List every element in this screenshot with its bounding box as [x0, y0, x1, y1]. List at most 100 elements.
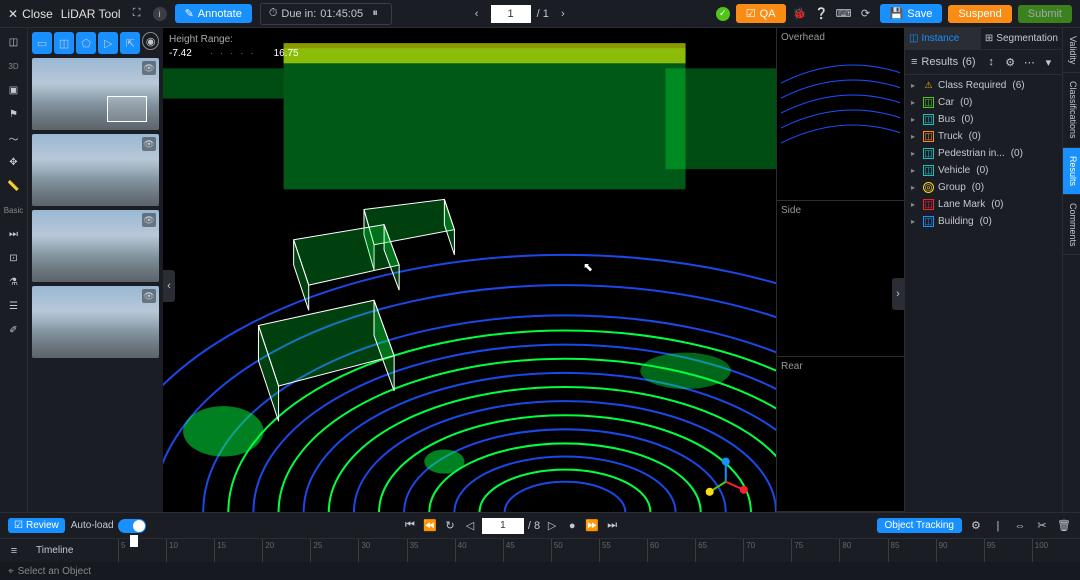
rect-tool[interactable]: ▭ [32, 32, 52, 54]
close-button[interactable]: ✕ Close [8, 7, 53, 21]
eye-icon[interactable]: 👁 [142, 137, 156, 151]
tick-label: 80 [842, 541, 851, 550]
scissors-icon[interactable]: ✂ [1034, 518, 1050, 534]
playhead[interactable] [130, 535, 138, 547]
height-slider[interactable]: · · · · · [210, 48, 256, 59]
result-item[interactable]: ▸ ◫ Vehicle (0) [905, 162, 1062, 179]
overhead-view[interactable]: Overhead [777, 28, 904, 201]
result-item[interactable]: ▸ ◫ Car (0) [905, 94, 1062, 111]
save-button[interactable]: 💾 Save [880, 4, 943, 23]
result-item[interactable]: ▸ ⚠ Class Required (6) [905, 77, 1062, 94]
pager-prev-icon[interactable]: ‹ [469, 6, 485, 22]
autoload-toggle[interactable]: Auto-load [71, 519, 146, 533]
result-item[interactable]: ▸ ◫ Bus (0) [905, 111, 1062, 128]
vtab-classifications[interactable]: Classifications [1063, 73, 1080, 148]
tick-label: 25 [313, 541, 322, 550]
lidar-viewport[interactable]: Height Range: -7.42 · · · · · 16.75 ‹ [163, 28, 776, 512]
bug-icon[interactable]: 🐞 [792, 6, 808, 22]
tab-segmentation[interactable]: ⊞ Segmentation [981, 28, 1062, 49]
pause-icon[interactable]: ⏸ [367, 6, 383, 22]
step-fwd-icon[interactable]: ▷ [544, 518, 560, 534]
pager-next-icon[interactable]: › [555, 6, 571, 22]
vtab-validity[interactable]: Validity [1063, 28, 1080, 73]
tick-label: 55 [602, 541, 611, 550]
rewind-icon[interactable]: ⏪ [422, 518, 438, 534]
suspend-button[interactable]: Suspend [948, 5, 1011, 23]
miniviews: Overhead Side › Rear [776, 28, 904, 512]
filter-tool[interactable]: ⚗ [4, 272, 24, 292]
skip-end-icon[interactable]: ⏭ [604, 518, 620, 534]
ai-tool[interactable]: ▣ [4, 80, 24, 100]
step-back-icon[interactable]: ◁ [462, 518, 478, 534]
result-item[interactable]: ▸ ◎ Group (0) [905, 179, 1062, 196]
result-item[interactable]: ▸ ◫ Pedestrian in... (0) [905, 145, 1062, 162]
record-icon[interactable]: ◉ [142, 32, 159, 50]
poly-tool[interactable]: ⬠ [76, 32, 96, 54]
tick-label: 15 [217, 541, 226, 550]
crop-tool[interactable]: ⊡ [4, 248, 24, 268]
camera-thumb-2[interactable]: 👁 [32, 134, 159, 206]
eye-icon[interactable]: 👁 [142, 61, 156, 75]
submit-button[interactable]: Submit [1018, 5, 1072, 23]
timeline-tick: 100 [1032, 539, 1080, 562]
side-view[interactable]: Side › [777, 201, 904, 357]
flag-tool[interactable]: ⚑ [4, 104, 24, 124]
qa-button[interactable]: ☑ QA [736, 4, 786, 23]
review-button[interactable]: ☑ Review [8, 518, 65, 533]
pager-input[interactable] [491, 5, 531, 23]
more-icon[interactable]: ⋯ [1022, 54, 1037, 70]
collapse-left-icon[interactable]: ‹ [163, 270, 175, 302]
gear-icon[interactable]: ⚙ [968, 518, 984, 534]
timeline-menu-icon[interactable]: ≡ [0, 545, 28, 557]
camera-thumb-4[interactable]: 👁 [32, 286, 159, 358]
object-tracking-button[interactable]: Object Tracking [877, 518, 962, 533]
ruler-tool[interactable]: 📏 [4, 176, 24, 196]
timeline-track[interactable]: 5101520253035404550556065707580859095100 [118, 539, 1080, 562]
cube-3d-tool[interactable]: ◫ [4, 32, 24, 52]
move-tool[interactable]: ✥ [4, 152, 24, 172]
help-icon[interactable]: ❔ [814, 6, 830, 22]
skip-start-icon[interactable]: ⏮ [402, 518, 418, 534]
collapse-right-icon[interactable]: › [892, 278, 904, 310]
trash-icon[interactable]: 🗑 [1056, 518, 1072, 534]
left-toolbar: ◫ 3D ▣ ⚑ 〜 ✥ 📏 Basic ⏭ ⊡ ⚗ ☰ ✐ [0, 28, 28, 512]
pager-total: / 1 [537, 8, 549, 20]
height-range-values: -7.42 · · · · · 16.75 [169, 48, 299, 59]
eye-icon[interactable]: 👁 [142, 289, 156, 303]
chevron-down-icon[interactable]: ▾ [1041, 54, 1056, 70]
vtab-results[interactable]: Results [1063, 148, 1080, 195]
sort-icon[interactable]: ↕ [984, 54, 999, 70]
rear-view[interactable]: Rear [777, 357, 904, 513]
eye-icon[interactable]: 👁 [142, 213, 156, 227]
result-item[interactable]: ▸ ◫ Truck (0) [905, 128, 1062, 145]
filter-icon[interactable]: ⚙ [1003, 54, 1018, 70]
camera-thumb-3[interactable]: 👁 [32, 210, 159, 282]
cube-tool[interactable]: ◫ [54, 32, 74, 54]
align-icon[interactable]: ⇔ [1012, 518, 1028, 534]
timeline-tick: 50 [551, 539, 599, 562]
frame-input[interactable] [482, 518, 524, 534]
result-item[interactable]: ▸ ◫ Building (0) [905, 213, 1062, 230]
nav-tool[interactable]: ⇱ [120, 32, 140, 54]
category-icon: ◎ [923, 182, 934, 193]
info-icon[interactable]: i [153, 7, 167, 21]
path-tool[interactable]: 〜 [4, 128, 24, 148]
item-label: Building [938, 216, 974, 227]
refresh-icon[interactable]: ↻ [442, 518, 458, 534]
vtab-comments[interactable]: Comments [1063, 195, 1080, 256]
refresh-icon[interactable]: ⟳ [858, 6, 874, 22]
result-item[interactable]: ▸ ◫ Lane Mark (0) [905, 196, 1062, 213]
topbar: ✕ Close LiDAR Tool ⛶ i ✎ Annotate ⏱ Due … [0, 0, 1080, 28]
skip-tool[interactable]: ⏭ [4, 224, 24, 244]
fastfwd-icon[interactable]: ⏩ [584, 518, 600, 534]
brush-tool[interactable]: ✐ [4, 320, 24, 340]
annotate-button[interactable]: ✎ Annotate [175, 4, 252, 23]
shortcut-icon[interactable]: ⌨ [836, 6, 852, 22]
camera-thumb-1[interactable]: 👁 [32, 58, 159, 130]
play-tool[interactable]: ▷ [98, 32, 118, 54]
fullscreen-icon[interactable]: ⛶ [129, 6, 145, 22]
layers-tool[interactable]: ☰ [4, 296, 24, 316]
play-icon[interactable]: ● [564, 518, 580, 534]
tab-instance[interactable]: ◫ Instance [905, 28, 981, 49]
toggle-switch[interactable] [118, 519, 146, 533]
